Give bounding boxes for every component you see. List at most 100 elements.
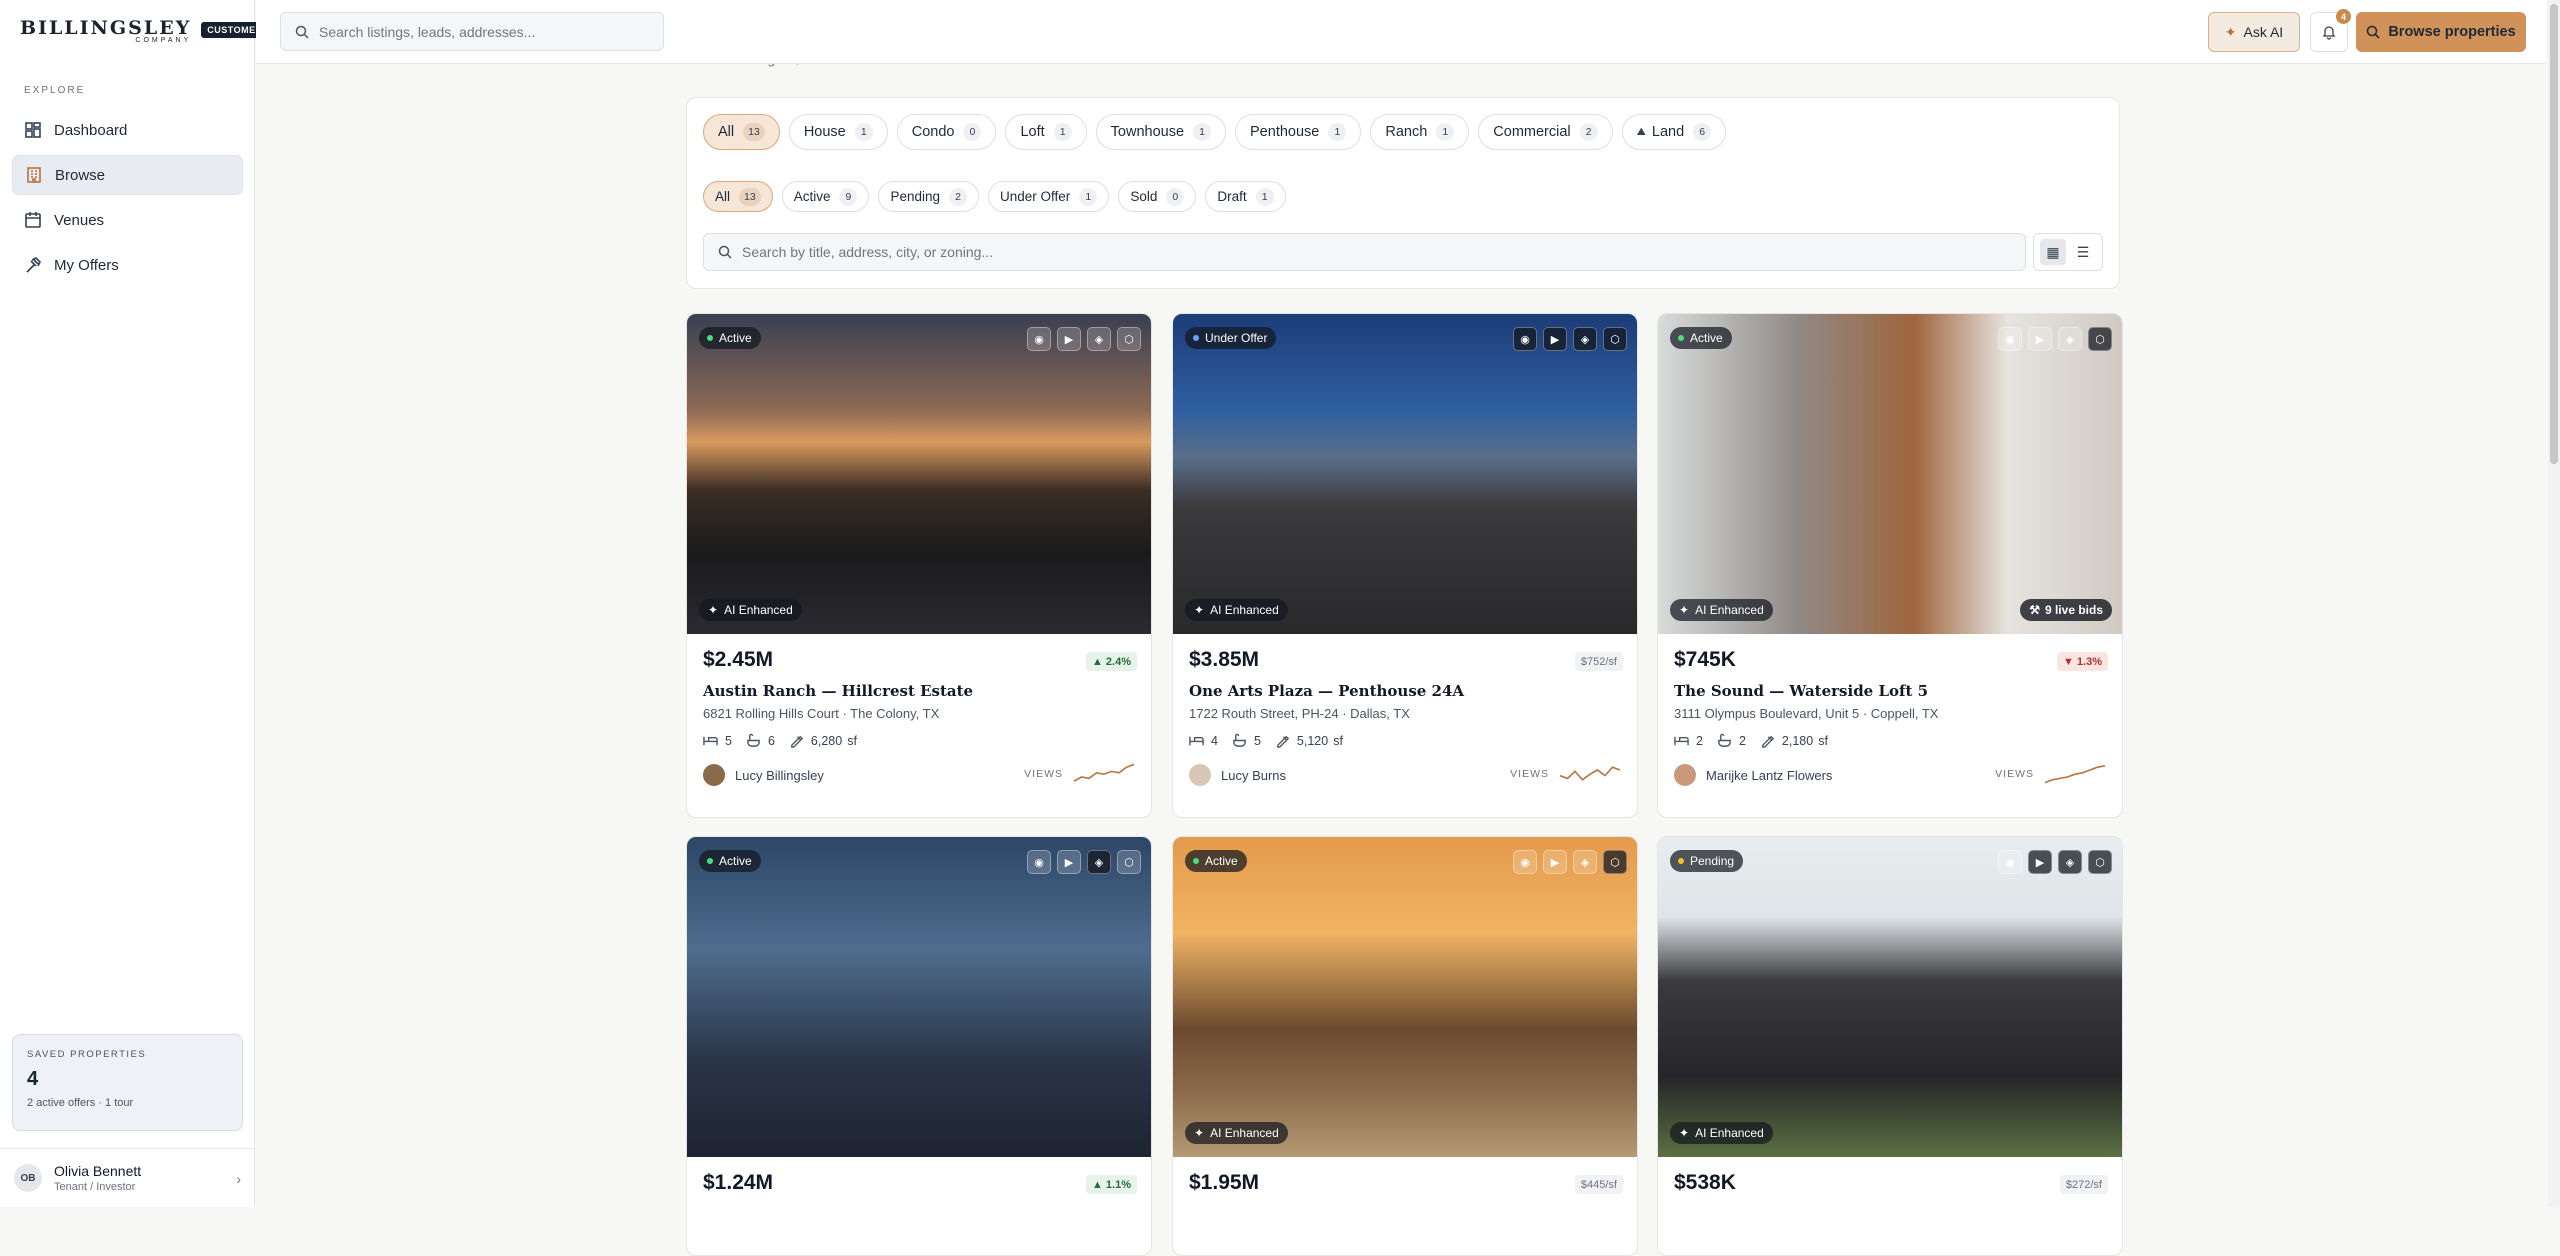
sidebar-item-venues[interactable]: Venues	[12, 200, 243, 240]
listing-photo[interactable]: Active ◉ ▶ ◈ ⬡ ✦ AI Enhanced ⚒ 9 live bids	[1658, 314, 2122, 634]
listing-photo[interactable]: Active ◉ ▶ ◈ ⬡ ✦ AI Enhanced	[1173, 837, 1637, 1157]
ai-enhanced-label: AI Enhanced	[1210, 1126, 1279, 1140]
tour-icon[interactable]: ◈	[1573, 327, 1597, 351]
listing-photo[interactable]: Pending ◉ ▶ ◈ ⬡ ✦ AI Enhanced	[1658, 837, 2122, 1157]
brand-name: BILLINGSLEY	[20, 17, 192, 39]
scrollbar-thumb[interactable]	[2550, 4, 2558, 464]
camera-icon[interactable]: ◉	[1513, 850, 1537, 874]
sidebar-item-label: Dashboard	[54, 121, 128, 139]
sidebar-item-my-offers[interactable]: My Offers	[12, 245, 243, 285]
type-chip-ranch[interactable]: Ranch 1	[1370, 114, 1470, 150]
status-chip-pending[interactable]: Pending 2	[878, 181, 980, 212]
status-dot	[707, 335, 713, 341]
video-icon[interactable]: ▶	[2028, 327, 2052, 351]
status-label: Active	[1690, 331, 1723, 345]
box-icon[interactable]: ⬡	[1603, 850, 1627, 874]
status-chip-under-offer[interactable]: Under Offer 1	[988, 181, 1110, 212]
tour-icon[interactable]: ◈	[2058, 850, 2082, 874]
chip-count: 0	[963, 123, 982, 141]
type-chip-penthouse[interactable]: Penthouse 1	[1235, 114, 1362, 150]
spec-sqft: 5,120 sf	[1275, 733, 1343, 748]
listing-card[interactable]: Under Offer ◉ ▶ ◈ ⬡ ✦ AI Enhanced $3.85M $752/sf…	[1172, 313, 1638, 818]
video-icon[interactable]: ▶	[1543, 327, 1567, 351]
box-icon[interactable]: ⬡	[1117, 850, 1141, 874]
grid-view-icon[interactable]: ▦	[2040, 239, 2066, 265]
tour-icon[interactable]: ◈	[1087, 327, 1111, 351]
video-icon[interactable]: ▶	[1543, 850, 1567, 874]
camera-icon[interactable]: ◉	[1027, 850, 1051, 874]
box-icon[interactable]: ⬡	[2088, 850, 2112, 874]
status-chip-all[interactable]: All 13	[703, 181, 773, 212]
listing-title[interactable]: Austin Ranch — Hillcrest Estate	[703, 682, 1135, 700]
views-trend: VIEWS	[1024, 762, 1135, 786]
type-chip-commercial[interactable]: Commercial 2	[1478, 114, 1613, 150]
listing-title[interactable]: One Arts Plaza — Penthouse 24A	[1189, 682, 1621, 700]
listing-card[interactable]: Active ◉ ▶ ◈ ⬡ ✦ AI Enhanced $2.45M ▲ 2.4% Austin…	[686, 313, 1152, 818]
notifications-button[interactable]: 4	[2310, 9, 2351, 52]
ask-ai-button[interactable]: ✦ Ask AI	[2208, 12, 2300, 52]
tour-icon[interactable]: ◈	[1087, 850, 1111, 874]
bath-icon	[1233, 733, 1246, 747]
box-icon[interactable]: ⬡	[1603, 327, 1627, 351]
status-badge: Pending	[1670, 850, 1744, 872]
spec-baths: 5	[1232, 733, 1261, 748]
listing-footer: Lucy Burns VIEWS	[1189, 762, 1621, 788]
scrollbar[interactable]	[2548, 0, 2560, 1207]
camera-icon[interactable]: ◉	[1513, 327, 1537, 351]
status-chip-sold[interactable]: Sold 0	[1118, 181, 1197, 212]
listing-card[interactable]: Active ◉ ▶ ◈ ⬡ ✦ AI Enhanced $1.95M $445/sf	[1172, 836, 1638, 1256]
camera-icon[interactable]: ◉	[1998, 850, 2022, 874]
listing-search-input[interactable]	[742, 244, 2025, 260]
type-chip-condo[interactable]: Condo 0	[896, 114, 997, 150]
camera-icon[interactable]: ◉	[1027, 327, 1051, 351]
box-icon[interactable]: ⬡	[2088, 327, 2112, 351]
tour-icon[interactable]: ◈	[2058, 327, 2082, 351]
listing-photo[interactable]: Active ◉ ▶ ◈ ⬡ ✦ AI Enhanced	[687, 314, 1151, 634]
box-icon[interactable]: ⬡	[1117, 327, 1141, 351]
top-bar: ✦ Ask AI 4 Browse properties	[256, 0, 2546, 64]
brand-logo[interactable]: BILLINGSLEY COMPANY CUSTOMER	[20, 18, 269, 44]
agent-name[interactable]: Marijke Lantz Flowers	[1706, 768, 1832, 783]
camera-icon[interactable]: ◉	[1998, 327, 2022, 351]
listing-search[interactable]	[703, 233, 2026, 271]
listing-card[interactable]: Active ◉ ▶ ◈ ⬡ ✦ AI Enhanced ⚒ 9 live bids $745K ▼…	[1657, 313, 2123, 818]
user-profile[interactable]: OB Olivia Bennett Tenant / Investor ›	[0, 1148, 255, 1207]
list-view-icon[interactable]: ☰	[2070, 239, 2096, 265]
listing-specs: 4 5 5,120 sf	[1189, 733, 1621, 748]
price-change-badge: $445/sf	[1574, 1175, 1623, 1194]
status-chip-active[interactable]: Active 9	[781, 181, 870, 212]
listing-photo[interactable]: Active ◉ ▶ ◈ ⬡	[687, 837, 1151, 1157]
status-label: Active	[719, 331, 752, 345]
type-chip-all[interactable]: All 13	[703, 114, 780, 150]
browse-properties-button[interactable]: Browse properties	[2356, 12, 2526, 52]
video-icon[interactable]: ▶	[1057, 850, 1081, 874]
listing-card[interactable]: Pending ◉ ▶ ◈ ⬡ ✦ AI Enhanced $538K $272/sf	[1657, 836, 2123, 1256]
global-search[interactable]	[280, 12, 664, 51]
chip-label: All	[718, 124, 735, 140]
status-badge: Active	[699, 850, 761, 872]
saved-properties-card[interactable]: SAVED PROPERTIES 4 2 active offers · 1 t…	[12, 1034, 243, 1131]
calendar-icon	[25, 212, 41, 228]
listing-title[interactable]: The Sound — Waterside Loft 5	[1674, 682, 2106, 700]
listing-price: $745K	[1674, 648, 1736, 671]
type-chip-house[interactable]: House 1	[788, 114, 888, 150]
spec-unit: sf	[847, 733, 857, 748]
live-bids-badge[interactable]: ⚒ 9 live bids	[2020, 599, 2112, 621]
video-icon[interactable]: ▶	[1057, 327, 1081, 351]
listing-card[interactable]: Active ◉ ▶ ◈ ⬡ $1.24M ▲ 1.1%	[686, 836, 1152, 1256]
video-icon[interactable]: ▶	[2028, 850, 2052, 874]
status-dot	[1193, 858, 1199, 864]
type-chip-townhouse[interactable]: Townhouse 1	[1095, 114, 1227, 150]
listing-photo[interactable]: Under Offer ◉ ▶ ◈ ⬡ ✦ AI Enhanced	[1173, 314, 1637, 634]
type-chip-loft[interactable]: Loft 1	[1005, 114, 1087, 150]
tour-icon[interactable]: ◈	[1573, 850, 1597, 874]
type-chip-land[interactable]: ⛰ Land 6	[1621, 114, 1727, 150]
status-chip-draft[interactable]: Draft 1	[1205, 181, 1286, 212]
agent-name[interactable]: Lucy Billingsley	[735, 768, 824, 783]
sidebar-item-dashboard[interactable]: Dashboard	[12, 110, 243, 150]
tag-icon	[1277, 735, 1290, 748]
agent-name[interactable]: Lucy Burns	[1221, 768, 1286, 783]
status-dot	[1678, 858, 1684, 864]
sidebar-item-browse[interactable]: Browse	[12, 155, 243, 195]
global-search-input[interactable]	[319, 23, 663, 40]
